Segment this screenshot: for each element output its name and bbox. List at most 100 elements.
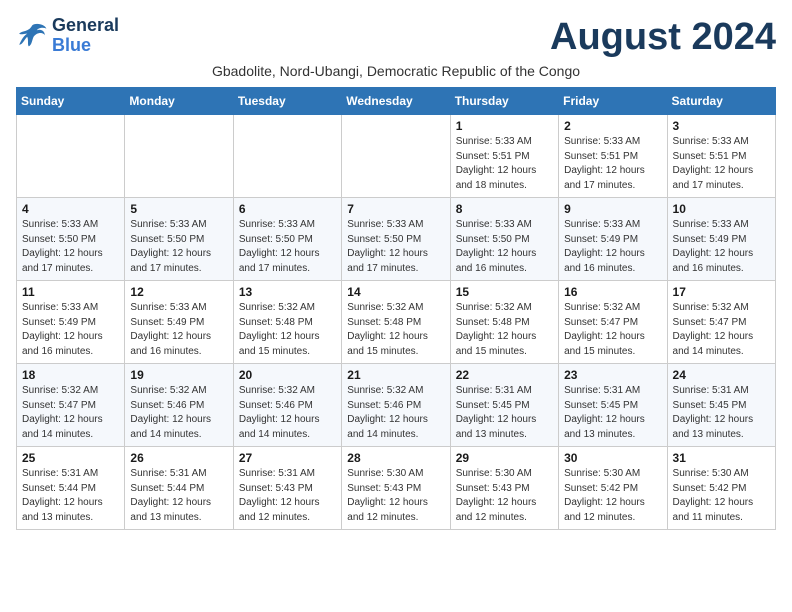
calendar-cell: 28 Sunrise: 5:30 AM Sunset: 5:43 PM Dayli… — [342, 447, 450, 530]
calendar-header-friday: Friday — [559, 88, 667, 115]
day-number: 22 — [456, 368, 553, 382]
calendar-cell: 30 Sunrise: 5:30 AM Sunset: 5:42 PM Dayli… — [559, 447, 667, 530]
calendar-cell: 11 Sunrise: 5:33 AM Sunset: 5:49 PM Dayli… — [17, 281, 125, 364]
day-info: Sunrise: 5:30 AM Sunset: 5:43 PM Dayligh… — [347, 467, 444, 525]
calendar-cell: 1 Sunrise: 5:33 AM Sunset: 5:51 PM Daylig… — [450, 115, 558, 198]
day-number: 16 — [564, 285, 661, 299]
day-number: 1 — [456, 119, 553, 133]
day-info: Sunrise: 5:32 AM Sunset: 5:48 PM Dayligh… — [347, 301, 444, 359]
calendar-cell: 13Sunrise: 5:32 AM Sunset: 5:48 PM Dayli… — [233, 281, 341, 364]
day-number: 10 — [673, 202, 770, 216]
logo-text: General Blue — [52, 16, 119, 56]
day-info: Sunrise: 5:33 AM Sunset: 5:49 PM Dayligh… — [22, 301, 119, 359]
calendar-cell: 9 Sunrise: 5:33 AM Sunset: 5:49 PM Daylig… — [559, 198, 667, 281]
day-number: 6 — [239, 202, 336, 216]
day-info: Sunrise: 5:32 AM Sunset: 5:47 PM Dayligh… — [564, 301, 661, 359]
day-info: Sunrise: 5:33 AM Sunset: 5:49 PM Dayligh… — [564, 218, 661, 276]
calendar-cell: 16 Sunrise: 5:32 AM Sunset: 5:47 PM Dayli… — [559, 281, 667, 364]
calendar-header-tuesday: Tuesday — [233, 88, 341, 115]
calendar-cell: 15 Sunrise: 5:32 AM Sunset: 5:48 PM Dayli… — [450, 281, 558, 364]
calendar-cell: 17Sunrise: 5:32 AM Sunset: 5:47 PM Dayli… — [667, 281, 775, 364]
calendar-cell: 18 Sunrise: 5:32 AM Sunset: 5:47 PM Dayli… — [17, 364, 125, 447]
page-header: General Blue August 2024 — [16, 16, 776, 59]
day-info: Sunrise: 5:30 AM Sunset: 5:42 PM Dayligh… — [564, 467, 661, 525]
calendar-cell: 20 Sunrise: 5:32 AM Sunset: 5:46 PM Dayli… — [233, 364, 341, 447]
day-info: Sunrise: 5:33 AM Sunset: 5:50 PM Dayligh… — [456, 218, 553, 276]
day-number: 7 — [347, 202, 444, 216]
day-info: Sunrise: 5:30 AM Sunset: 5:42 PM Dayligh… — [673, 467, 770, 525]
calendar-week-4: 18 Sunrise: 5:32 AM Sunset: 5:47 PM Dayli… — [17, 364, 776, 447]
calendar-table: SundayMondayTuesdayWednesdayThursdayFrid… — [16, 87, 776, 530]
day-number: 3 — [673, 119, 770, 133]
day-info: Sunrise: 5:33 AM Sunset: 5:50 PM Dayligh… — [22, 218, 119, 276]
month-title: August 2024 — [550, 16, 776, 59]
day-number: 24 — [673, 368, 770, 382]
day-info: Sunrise: 5:32 AM Sunset: 5:48 PM Dayligh… — [456, 301, 553, 359]
day-number: 14 — [347, 285, 444, 299]
day-info: Sunrise: 5:33 AM Sunset: 5:50 PM Dayligh… — [130, 218, 227, 276]
calendar-cell: 31 Sunrise: 5:30 AM Sunset: 5:42 PM Dayli… — [667, 447, 775, 530]
calendar-cell: 21 Sunrise: 5:32 AM Sunset: 5:46 PM Dayli… — [342, 364, 450, 447]
day-info: Sunrise: 5:31 AM Sunset: 5:45 PM Dayligh… — [564, 384, 661, 442]
calendar-cell: 26 Sunrise: 5:31 AM Sunset: 5:44 PM Dayli… — [125, 447, 233, 530]
day-info: Sunrise: 5:33 AM Sunset: 5:51 PM Dayligh… — [673, 135, 770, 193]
day-info: Sunrise: 5:33 AM Sunset: 5:50 PM Dayligh… — [347, 218, 444, 276]
calendar-body: 1 Sunrise: 5:33 AM Sunset: 5:51 PM Daylig… — [17, 115, 776, 530]
calendar-cell: 22 Sunrise: 5:31 AM Sunset: 5:45 PM Dayli… — [450, 364, 558, 447]
day-number: 27 — [239, 451, 336, 465]
day-info: Sunrise: 5:33 AM Sunset: 5:51 PM Dayligh… — [564, 135, 661, 193]
day-info: Sunrise: 5:33 AM Sunset: 5:51 PM Dayligh… — [456, 135, 553, 193]
calendar-cell — [125, 115, 233, 198]
day-number: 20 — [239, 368, 336, 382]
day-info: Sunrise: 5:32 AM Sunset: 5:46 PM Dayligh… — [239, 384, 336, 442]
day-number: 23 — [564, 368, 661, 382]
calendar-header-thursday: Thursday — [450, 88, 558, 115]
calendar-week-3: 11 Sunrise: 5:33 AM Sunset: 5:49 PM Dayli… — [17, 281, 776, 364]
day-info: Sunrise: 5:31 AM Sunset: 5:45 PM Dayligh… — [673, 384, 770, 442]
day-info: Sunrise: 5:32 AM Sunset: 5:48 PM Dayligh… — [239, 301, 336, 359]
day-number: 28 — [347, 451, 444, 465]
day-number: 26 — [130, 451, 227, 465]
day-number: 18 — [22, 368, 119, 382]
day-info: Sunrise: 5:32 AM Sunset: 5:47 PM Dayligh… — [22, 384, 119, 442]
calendar-cell: 24 Sunrise: 5:31 AM Sunset: 5:45 PM Dayli… — [667, 364, 775, 447]
day-info: Sunrise: 5:33 AM Sunset: 5:50 PM Dayligh… — [239, 218, 336, 276]
day-number: 30 — [564, 451, 661, 465]
day-info: Sunrise: 5:30 AM Sunset: 5:43 PM Dayligh… — [456, 467, 553, 525]
day-number: 9 — [564, 202, 661, 216]
day-number: 21 — [347, 368, 444, 382]
calendar-week-1: 1 Sunrise: 5:33 AM Sunset: 5:51 PM Daylig… — [17, 115, 776, 198]
calendar-cell: 14 Sunrise: 5:32 AM Sunset: 5:48 PM Dayli… — [342, 281, 450, 364]
day-info: Sunrise: 5:31 AM Sunset: 5:45 PM Dayligh… — [456, 384, 553, 442]
logo: General Blue — [16, 16, 119, 56]
calendar-header-wednesday: Wednesday — [342, 88, 450, 115]
day-info: Sunrise: 5:32 AM Sunset: 5:46 PM Dayligh… — [130, 384, 227, 442]
calendar-cell: 10 Sunrise: 5:33 AM Sunset: 5:49 PM Dayli… — [667, 198, 775, 281]
day-number: 29 — [456, 451, 553, 465]
day-number: 4 — [22, 202, 119, 216]
calendar-cell: 8 Sunrise: 5:33 AM Sunset: 5:50 PM Daylig… — [450, 198, 558, 281]
day-info: Sunrise: 5:32 AM Sunset: 5:46 PM Dayligh… — [347, 384, 444, 442]
calendar-header-row: SundayMondayTuesdayWednesdayThursdayFrid… — [17, 88, 776, 115]
day-number: 17 — [673, 285, 770, 299]
calendar-cell: 3 Sunrise: 5:33 AM Sunset: 5:51 PM Daylig… — [667, 115, 775, 198]
day-number: 15 — [456, 285, 553, 299]
calendar-header-saturday: Saturday — [667, 88, 775, 115]
calendar-header-monday: Monday — [125, 88, 233, 115]
day-number: 8 — [456, 202, 553, 216]
calendar-cell — [342, 115, 450, 198]
day-number: 31 — [673, 451, 770, 465]
calendar-cell — [233, 115, 341, 198]
calendar-cell: 2Sunrise: 5:33 AM Sunset: 5:51 PM Daylig… — [559, 115, 667, 198]
day-info: Sunrise: 5:31 AM Sunset: 5:43 PM Dayligh… — [239, 467, 336, 525]
day-info: Sunrise: 5:33 AM Sunset: 5:49 PM Dayligh… — [673, 218, 770, 276]
day-info: Sunrise: 5:31 AM Sunset: 5:44 PM Dayligh… — [130, 467, 227, 525]
day-number: 11 — [22, 285, 119, 299]
day-number: 19 — [130, 368, 227, 382]
calendar-cell: 23 Sunrise: 5:31 AM Sunset: 5:45 PM Dayli… — [559, 364, 667, 447]
calendar-cell: 19 Sunrise: 5:32 AM Sunset: 5:46 PM Dayli… — [125, 364, 233, 447]
calendar-cell: 27 Sunrise: 5:31 AM Sunset: 5:43 PM Dayli… — [233, 447, 341, 530]
day-info: Sunrise: 5:33 AM Sunset: 5:49 PM Dayligh… — [130, 301, 227, 359]
calendar-header-sunday: Sunday — [17, 88, 125, 115]
logo-icon — [16, 22, 48, 50]
